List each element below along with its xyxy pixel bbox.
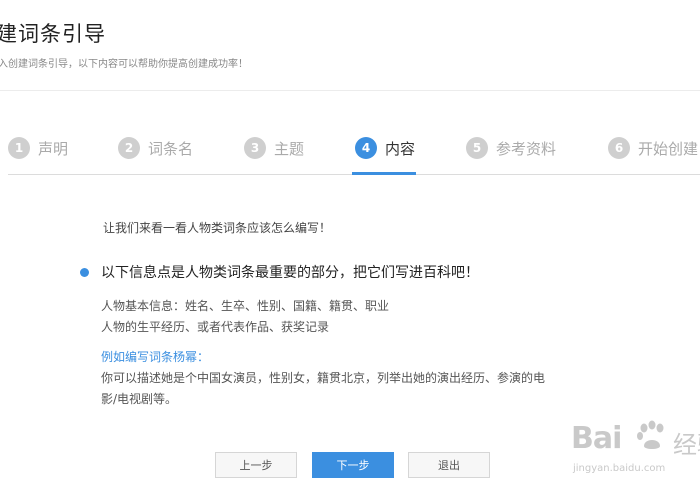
step-progress: 1 声明 2 词条名 3 主题 4 内容 5 参考资料 6 开始创建 xyxy=(0,130,700,180)
active-step-indicator xyxy=(352,172,416,175)
info-line-career: 人物的生平经历、或者代表作品、获奖记录 xyxy=(101,320,330,334)
step-label: 主题 xyxy=(274,139,305,158)
step-topic[interactable]: 3 主题 xyxy=(244,136,304,160)
step-number: 4 xyxy=(355,137,377,159)
step-number: 3 xyxy=(244,137,266,159)
watermark-url: jingyan.baidu.com xyxy=(573,463,666,474)
step-number: 2 xyxy=(118,137,140,159)
exit-button[interactable]: 退出 xyxy=(408,452,490,478)
step-references[interactable]: 5 参考资料 xyxy=(466,136,556,160)
intro-text: 让我们来看一看人物类词条应该怎么编写！ xyxy=(103,221,332,235)
step-label: 参考资料 xyxy=(496,139,557,158)
watermark-cn: 经验 xyxy=(673,431,700,459)
watermark-brand: Bai xyxy=(571,421,622,456)
paw-icon xyxy=(637,420,664,449)
example-title: 例如编写词条杨幂： xyxy=(101,350,210,364)
step-start-create[interactable]: 6 开始创建 xyxy=(608,136,698,160)
info-line-basic: 人物基本信息：姓名、生卒、性别、国籍、籍贯、职业 xyxy=(101,299,390,313)
prev-step-button[interactable]: 上一步 xyxy=(215,452,297,478)
example-line: 你可以描述她是个中国女演员，性别女，籍贯北京，列举出她的演出经历、参演的电 xyxy=(101,371,546,385)
bullet-icon xyxy=(80,268,89,277)
step-label: 开始创建 xyxy=(638,139,699,158)
step-number: 6 xyxy=(608,137,630,159)
step-label: 内容 xyxy=(385,139,416,158)
step-number: 1 xyxy=(8,137,30,159)
key-points-heading: 以下信息点是人物类词条最重要的部分，把它们写进百科吧！ xyxy=(101,265,479,281)
next-step-button[interactable]: 下一步 xyxy=(312,452,394,478)
step-number: 5 xyxy=(466,137,488,159)
page-title: 建词条引导 xyxy=(0,22,106,46)
step-statement[interactable]: 1 声明 xyxy=(8,136,68,160)
example-line: 影/电视剧等。 xyxy=(101,392,178,406)
step-label: 声明 xyxy=(38,139,69,158)
step-entry-name[interactable]: 2 词条名 xyxy=(118,136,193,160)
page-subtitle: 入创建词条引导，以下内容可以帮助你提高创建成功率！ xyxy=(0,59,248,70)
step-content[interactable]: 4 内容 xyxy=(355,136,415,160)
baidu-jingyan-watermark: Bai 经验 jingyan.baidu.com xyxy=(565,415,700,485)
step-label: 词条名 xyxy=(148,139,194,158)
header-divider xyxy=(0,90,700,91)
